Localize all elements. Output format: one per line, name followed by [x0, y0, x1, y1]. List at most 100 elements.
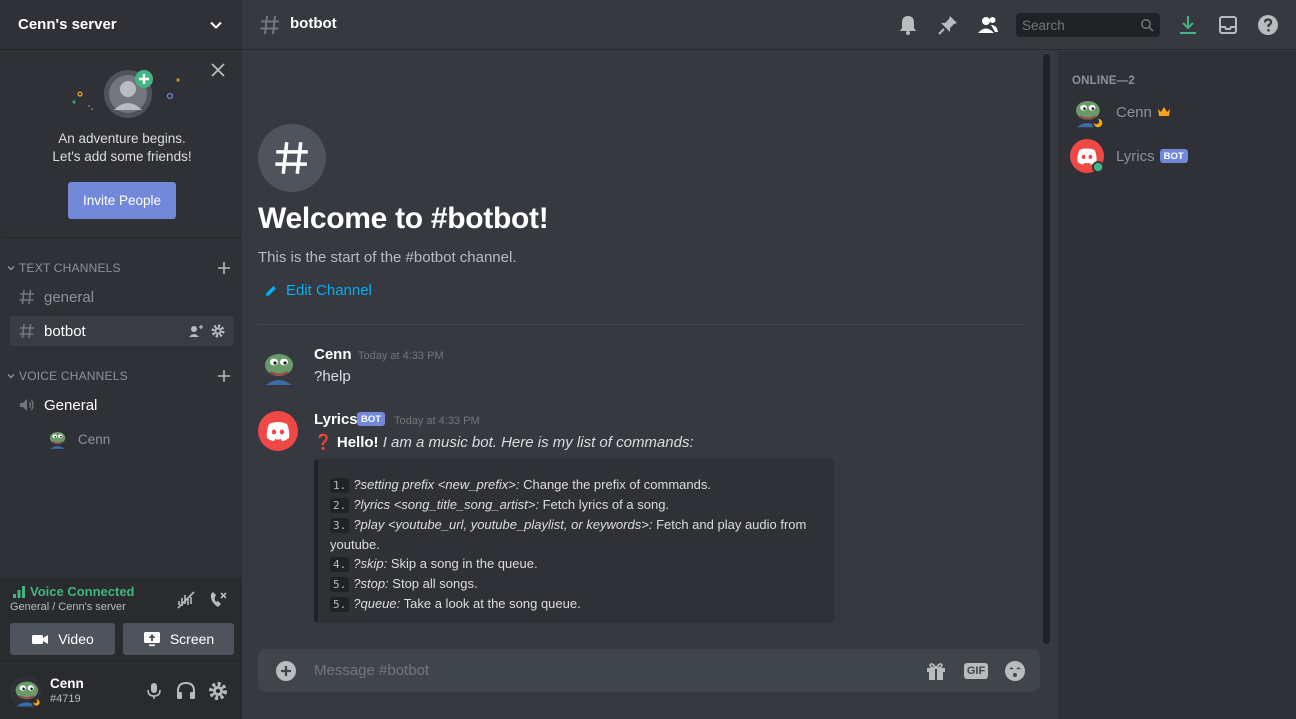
command-syntax: ?play <youtube_url, youtube_playlist, or…	[353, 517, 653, 532]
category-text-channels[interactable]: TEXT CHANNELS	[6, 260, 236, 276]
download-icon[interactable]	[1176, 13, 1200, 37]
video-button-label: Video	[58, 631, 94, 647]
channel-welcome-icon	[258, 124, 326, 192]
command-item: 2. ?lyrics <song_title_song_artist>: Fetc…	[330, 495, 822, 515]
pin-icon[interactable]	[936, 13, 960, 37]
message-timestamp: Today at 4:33 PM	[394, 415, 480, 427]
command-number: 1.	[330, 478, 350, 493]
noise-suppression-icon[interactable]	[175, 589, 197, 611]
invite-people-button[interactable]: Invite People	[68, 182, 176, 219]
gif-button[interactable]: GIF	[963, 659, 989, 683]
bot-badge: BOT	[1159, 149, 1188, 163]
avatar	[46, 428, 68, 450]
help-icon[interactable]	[1256, 13, 1280, 37]
add-channel-icon[interactable]	[216, 260, 232, 276]
hash-icon	[19, 323, 34, 339]
microphone-icon[interactable]	[143, 680, 165, 702]
member-avatar	[1070, 95, 1104, 129]
category-voice-channels[interactable]: VOICE CHANNELS	[6, 368, 236, 384]
voice-channel-general[interactable]: General	[10, 390, 234, 420]
member-list-icon[interactable]	[976, 13, 1000, 37]
message-scrollbar[interactable]	[1043, 54, 1050, 644]
chevron-down-icon	[210, 21, 222, 29]
gift-icon[interactable]	[924, 659, 948, 683]
message-input[interactable]	[314, 657, 914, 683]
add-channel-icon[interactable]	[216, 368, 232, 384]
voice-member[interactable]: Cenn	[46, 427, 226, 451]
command-item: 4. ?skip: Skip a song in the queue.	[330, 554, 822, 574]
member-item[interactable]: Cenn	[1070, 92, 1280, 132]
video-button[interactable]: Video	[10, 623, 115, 655]
voice-member-name: Cenn	[78, 431, 111, 447]
command-item: 5. ?queue: Take a look at the song queue.	[330, 594, 822, 614]
channel-name: general	[44, 288, 95, 306]
category-label: TEXT CHANNELS	[19, 261, 121, 275]
command-number: 5.	[330, 577, 350, 592]
inbox-icon[interactable]	[1216, 13, 1240, 37]
message-author[interactable]: Cenn	[314, 346, 352, 363]
command-syntax: ?lyrics <song_title_song_artist>:	[353, 497, 539, 512]
message-avatar-discord[interactable]	[258, 411, 298, 451]
invite-member-icon[interactable]	[188, 323, 204, 339]
channel-title: botbot	[290, 15, 337, 32]
disconnect-call-icon[interactable]	[207, 589, 229, 611]
headphones-icon[interactable]	[175, 680, 197, 702]
voice-location: General / Cenn's server	[10, 601, 126, 613]
screen-button-label: Screen	[169, 631, 215, 647]
member-name: Cenn	[1116, 103, 1152, 121]
welcome-title: Welcome to #botbot!	[258, 202, 549, 235]
command-description: Fetch lyrics of a song.	[542, 497, 670, 512]
hash-icon	[275, 142, 308, 174]
channel-header: botbot Search	[242, 0, 1296, 50]
command-description: Skip a song in the queue.	[390, 556, 538, 571]
welcome-subtitle: This is the start of the #botbot channel…	[258, 249, 517, 266]
invite-text-line2: Let's add some friends!	[52, 149, 192, 164]
member-group-header: ONLINE—2	[1072, 75, 1135, 87]
close-icon[interactable]	[208, 60, 228, 80]
add-attachment-icon[interactable]	[274, 659, 298, 683]
command-description: Stop all songs.	[392, 576, 478, 591]
command-number: 5.	[330, 597, 350, 612]
server-header[interactable]: Cenn's server	[0, 0, 242, 50]
bot-badge: BOT	[357, 412, 386, 426]
notification-bell-icon[interactable]	[896, 13, 920, 37]
pencil-icon	[266, 285, 276, 296]
message-composer: GIF	[258, 649, 1040, 692]
emoji-icon[interactable]	[1003, 659, 1027, 683]
edit-channel-link[interactable]: Edit Channel	[264, 282, 372, 299]
server-name: Cenn's server	[18, 16, 117, 33]
edit-channel-label: Edit Channel	[286, 282, 372, 299]
command-item: 1. ?setting prefix <new_prefix>: Change t…	[330, 475, 822, 495]
message-author[interactable]: Lyrics	[314, 411, 358, 428]
voice-status-text: Voice Connected	[30, 584, 135, 599]
screen-share-button[interactable]: Screen	[123, 623, 234, 655]
hash-icon	[260, 15, 279, 35]
command-list-embed: 1. ?setting prefix <new_prefix>: Change t…	[314, 459, 834, 623]
member-avatar-discord	[1070, 139, 1104, 173]
crown-icon	[1157, 107, 1170, 116]
divider	[258, 324, 1024, 325]
gif-label: GIF	[963, 663, 989, 679]
channel-general[interactable]: general	[10, 282, 234, 312]
channel-botbot[interactable]: botbot	[10, 316, 234, 346]
member-item[interactable]: Lyrics BOT	[1070, 136, 1280, 176]
gear-icon[interactable]	[210, 323, 226, 339]
user-settings-gear-icon[interactable]	[207, 680, 229, 702]
user-discriminator: #4719	[50, 693, 81, 705]
speaker-icon	[20, 399, 34, 411]
chevron-down-icon	[7, 374, 15, 379]
command-syntax: ?skip:	[353, 556, 388, 571]
user-avatar[interactable]	[10, 676, 42, 708]
message-content: ❓ Hello! I am a music bot. Here is my li…	[314, 433, 694, 451]
voice-status[interactable]: Voice Connected	[12, 584, 135, 599]
message-avatar[interactable]	[258, 347, 298, 387]
command-item: 5. ?stop: Stop all songs.	[330, 574, 822, 594]
channel-name: General	[44, 396, 98, 414]
user-name: Cenn	[50, 676, 84, 691]
command-description: Take a look at the song queue.	[403, 596, 581, 611]
channel-name: botbot	[44, 322, 86, 340]
search-input[interactable]: Search	[1016, 13, 1160, 37]
message-content: ?help	[314, 368, 351, 385]
scrollbar-thumb[interactable]	[1043, 54, 1050, 644]
category-label: VOICE CHANNELS	[19, 369, 128, 383]
